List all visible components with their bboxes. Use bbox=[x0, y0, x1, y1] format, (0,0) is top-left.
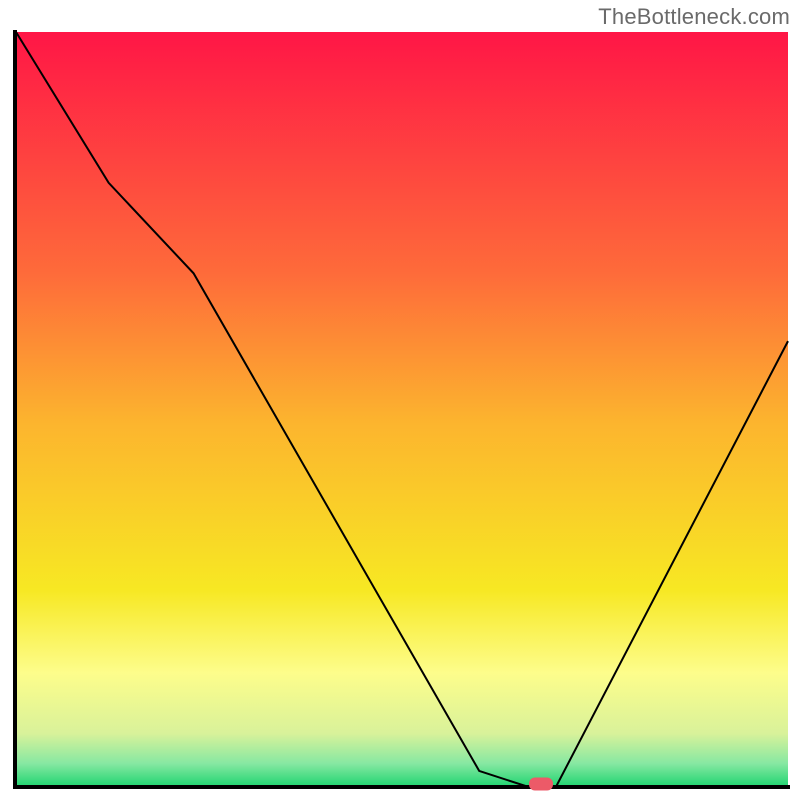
chart-background bbox=[16, 32, 788, 786]
chart-container bbox=[10, 30, 792, 792]
bottleneck-chart bbox=[10, 30, 792, 792]
optimum-marker bbox=[529, 778, 553, 791]
watermark-text: TheBottleneck.com bbox=[598, 4, 790, 30]
